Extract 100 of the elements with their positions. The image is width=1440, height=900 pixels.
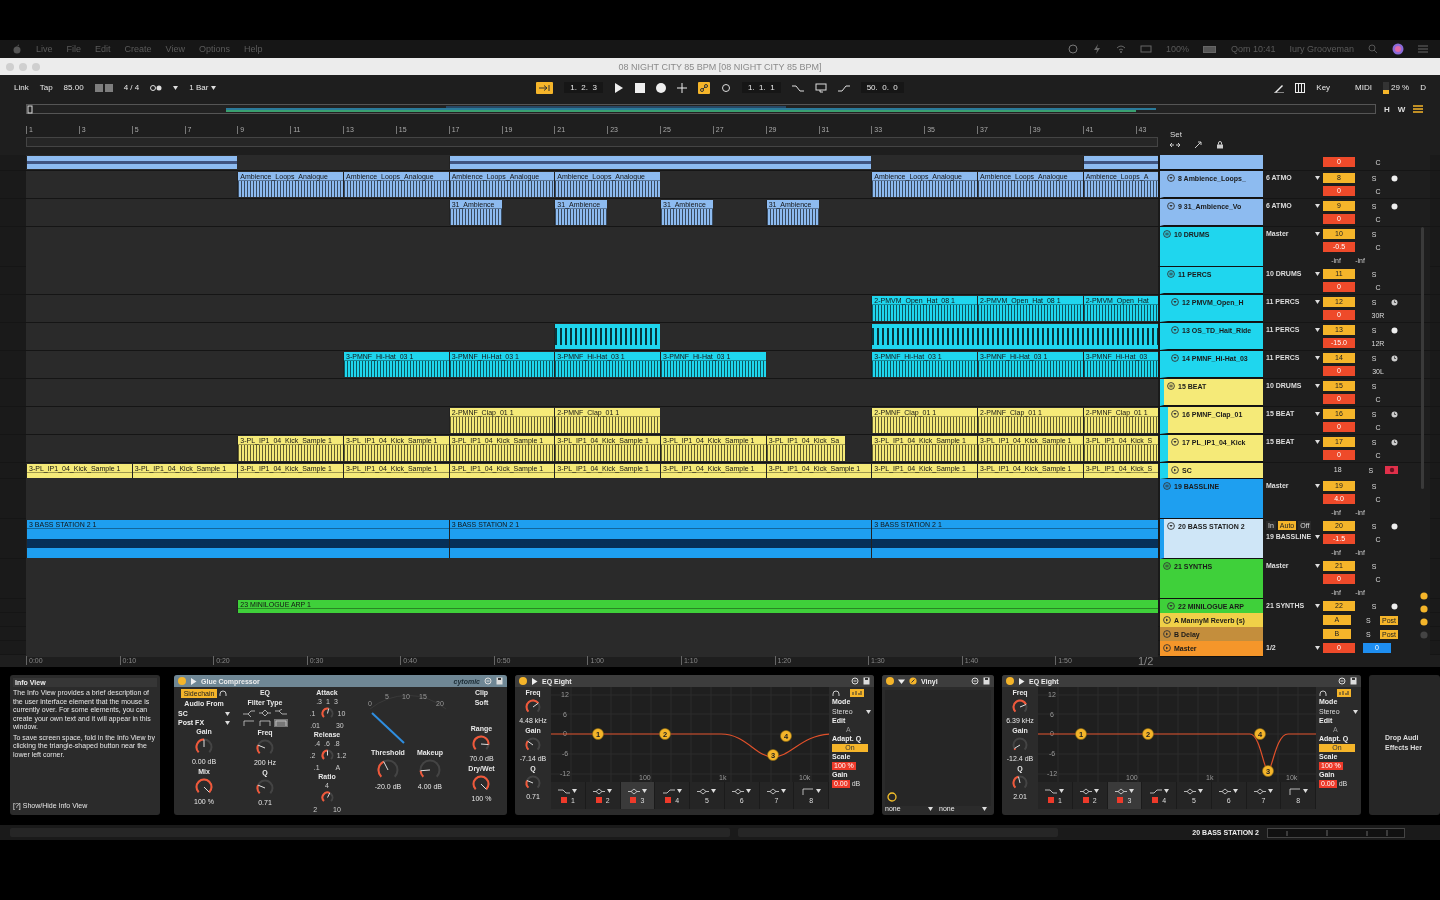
headphones-icon[interactable] [219,690,228,697]
hot-swap-icon[interactable] [971,677,979,685]
filter-shape-icon[interactable] [1149,787,1162,795]
expand-icon[interactable] [1194,141,1202,149]
fold-icon[interactable] [1171,326,1179,334]
arm-button[interactable] [1391,602,1398,610]
lock-icon[interactable] [1216,141,1224,149]
pencil-icon[interactable] [1274,82,1285,93]
clip[interactable] [554,324,660,349]
key-map-button[interactable]: Key [1316,83,1331,92]
clip[interactable] [871,324,1158,349]
filter-shape-icon[interactable] [697,787,710,795]
wifi-icon[interactable] [1115,44,1126,54]
group-fold-icon[interactable] [1167,270,1175,278]
track-lane[interactable] [26,435,1158,462]
filter-shape-icon[interactable] [258,709,272,717]
time-signature-field[interactable]: 4 / 4 [123,83,140,92]
clip[interactable] [1082,156,1158,169]
save-icon[interactable] [863,677,870,685]
arrows-icon[interactable] [1170,142,1180,148]
fold-icon[interactable] [1167,202,1175,210]
loop-length-field[interactable]: 50. 0. 0 [860,82,904,93]
group-fold-icon[interactable] [1163,562,1171,570]
ring-icon[interactable] [887,792,897,802]
filter-shape-icon[interactable] [274,709,288,717]
group-fold-icon[interactable] [1167,382,1175,390]
position-field[interactable]: 1. 2. 3 [564,82,603,93]
track-lane[interactable] [26,463,1158,479]
track-lane[interactable] [26,641,1158,657]
stop-button[interactable] [634,82,645,93]
midi-map-button[interactable]: MIDI [1355,83,1372,92]
arm-button[interactable] [1391,522,1398,530]
clock-icon[interactable] [1391,438,1398,446]
filter-shape-icon[interactable] [766,787,779,795]
fold-icon[interactable] [1167,522,1175,530]
search-icon[interactable] [1368,44,1378,54]
loop-switch-icon[interactable] [814,82,827,93]
filter-shape-icon[interactable] [242,709,256,717]
filter-shape-icon[interactable] [1219,787,1232,795]
play-button[interactable] [613,82,624,93]
band-toggle[interactable] [630,797,637,803]
band-toggle[interactable] [665,797,672,803]
clip[interactable] [448,156,872,169]
arm-button[interactable] [1391,326,1398,334]
clock-icon[interactable] [1391,410,1398,418]
arrangement-overview[interactable] [26,104,1376,114]
fold-icon[interactable] [1163,616,1171,624]
arm-button[interactable] [1391,174,1398,182]
metronome-icon[interactable] [150,83,163,92]
follow-button[interactable] [536,81,554,94]
power-button[interactable] [1006,677,1014,685]
punch-in-icon[interactable] [791,82,804,93]
hot-swap-icon[interactable] [1338,677,1346,685]
filter-shape-icon[interactable] [1080,787,1093,795]
fold-icon[interactable] [1018,677,1025,685]
fold-icon[interactable] [1171,466,1179,474]
fold-icon[interactable] [1171,410,1179,418]
group-fold-icon[interactable] [1163,482,1171,490]
power-button[interactable] [519,677,527,685]
apple-icon[interactable] [12,44,22,54]
sync-icon[interactable] [1067,44,1078,54]
arm-button[interactable] [1391,202,1398,210]
list-icon[interactable] [1413,105,1424,113]
track-lane[interactable] [26,479,1158,519]
automation-arm-button[interactable] [697,81,710,94]
tap-button[interactable]: Tap [39,83,53,92]
band-toggle[interactable] [595,797,602,803]
filter-shape-icon[interactable] [1184,787,1197,795]
fold-icon[interactable] [1167,174,1175,182]
group-fold-icon[interactable] [1163,230,1171,238]
bolt-icon[interactable] [1091,44,1102,54]
wrench-icon[interactable] [909,677,917,685]
fold-icon[interactable] [1171,438,1179,446]
piano-icon[interactable] [1295,82,1306,93]
add-icon[interactable] [676,82,687,93]
band-toggle[interactable] [1117,797,1124,803]
headphones-icon[interactable] [1319,689,1327,697]
battery-icon[interactable] [1202,44,1217,54]
record-button[interactable] [655,82,666,93]
hot-swap-icon[interactable] [851,677,859,685]
fold-icon[interactable] [1163,630,1171,638]
filter-shape-icon[interactable] [662,787,675,795]
loop-start-field[interactable]: 1. 1. 1 [741,82,781,93]
filter-shape-icon[interactable] [627,787,640,795]
save-icon[interactable] [1350,677,1357,685]
band-toggle[interactable] [560,797,567,803]
fold-icon[interactable] [1167,602,1175,610]
punch-out-icon[interactable] [837,82,850,93]
band-toggle[interactable] [1152,797,1159,803]
link-button[interactable]: Link [14,83,29,92]
clock-icon[interactable] [1391,298,1398,306]
band-toggle[interactable] [1082,797,1089,803]
loop-icon[interactable] [720,82,731,93]
headphones-icon[interactable] [832,689,840,697]
filter-shape-icon[interactable] [593,787,606,795]
filter-shape-icon[interactable] [1253,787,1266,795]
fold-icon[interactable] [1171,354,1179,362]
track-lane[interactable] [26,559,1158,599]
view-toggle[interactable]: W [1397,104,1406,114]
save-icon[interactable] [496,677,503,685]
